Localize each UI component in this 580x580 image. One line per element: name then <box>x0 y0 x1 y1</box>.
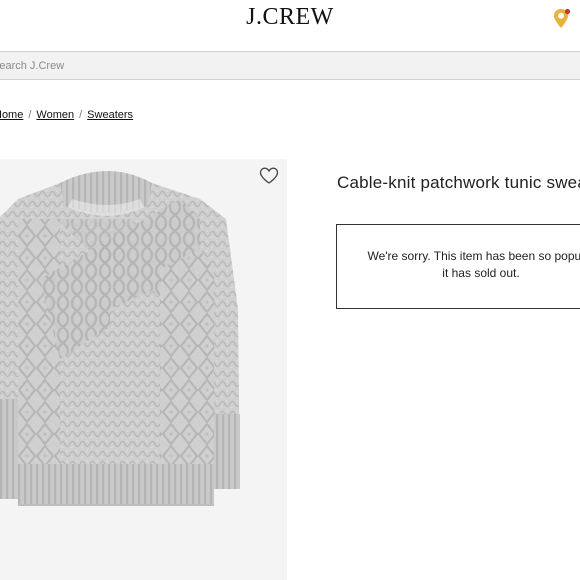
jcrew-logo[interactable]: J.CREW <box>0 4 580 31</box>
location-pin-icon[interactable] <box>553 8 571 30</box>
search-input[interactable] <box>0 52 552 79</box>
breadcrumb-separator: / <box>28 109 32 121</box>
breadcrumb-separator: / <box>79 109 83 121</box>
sold-out-message-line-2: it has sold out. <box>442 266 520 280</box>
breadcrumb-women[interactable]: Women <box>36 109 74 121</box>
favorite-heart-icon[interactable] <box>259 167 279 185</box>
breadcrumb-sweaters[interactable]: Sweaters <box>87 109 133 121</box>
sweater-illustration <box>0 159 287 580</box>
sold-out-message: We're sorry. This item has been so popul… <box>351 248 580 282</box>
sold-out-notice: We're sorry. This item has been so popul… <box>336 224 580 309</box>
search-bar <box>0 51 580 80</box>
sold-out-message-line-1: We're sorry. This item has been so popul… <box>367 249 580 263</box>
breadcrumb: Home / Women / Sweaters <box>0 109 133 121</box>
product-image[interactable] <box>0 159 287 580</box>
breadcrumb-home[interactable]: Home <box>0 109 23 121</box>
product-title: Cable-knit patchwork tunic sweater <box>337 173 580 192</box>
